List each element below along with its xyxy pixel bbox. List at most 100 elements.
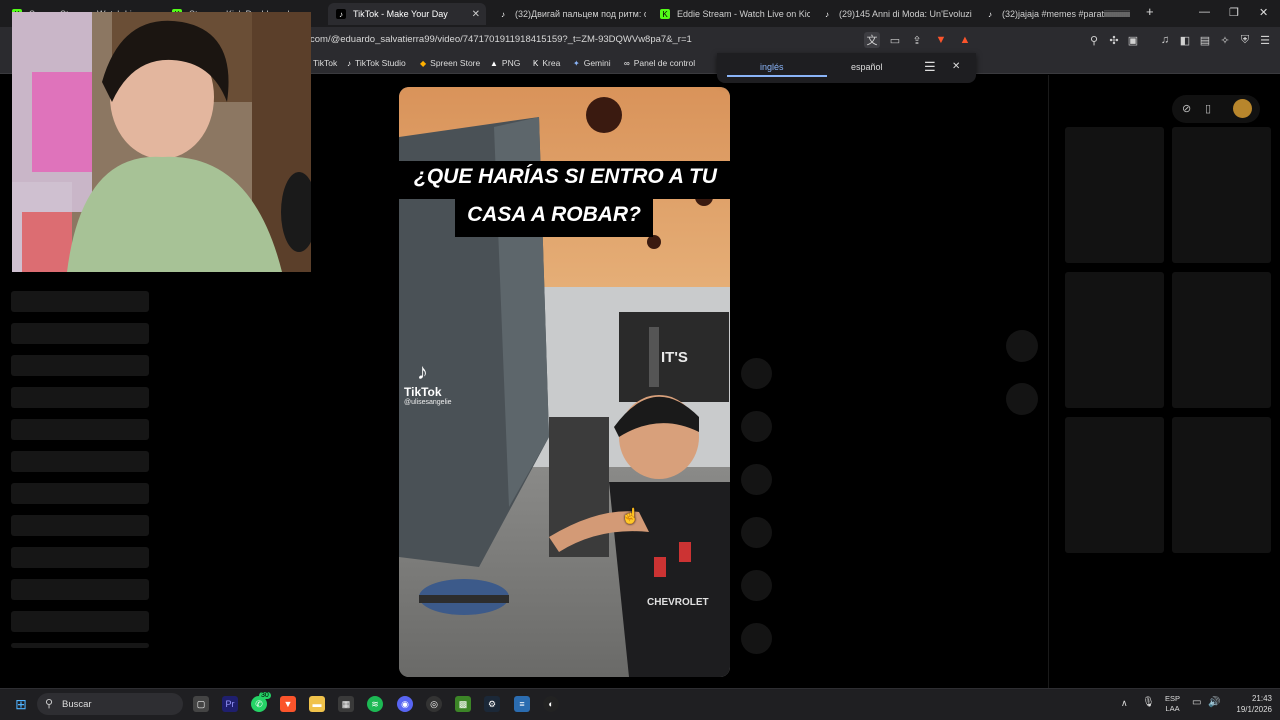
bookmark-label: Panel de control bbox=[633, 58, 696, 68]
notepad-icon[interactable]: ≡ bbox=[514, 696, 530, 712]
bookmark-label: Spreen Store bbox=[430, 58, 481, 68]
sidebar-divider bbox=[1048, 75, 1049, 688]
bookmark-gemini[interactable]: ✦ Gemini bbox=[573, 58, 611, 68]
brave-icon[interactable]: ▼ bbox=[280, 696, 296, 712]
translate-to-tab[interactable]: español bbox=[851, 62, 883, 72]
wallet-icon[interactable]: ▤ bbox=[1197, 32, 1213, 48]
discord-icon[interactable]: ◉ bbox=[397, 696, 413, 712]
skeleton-item bbox=[11, 611, 149, 632]
recommended-card[interactable] bbox=[1172, 272, 1271, 408]
media-icon[interactable]: ▣ bbox=[1125, 32, 1141, 48]
tiktok-icon: ♪ bbox=[336, 9, 346, 19]
png-icon: ▲ bbox=[490, 58, 498, 68]
windows-start-icon[interactable]: ⊞ bbox=[13, 696, 29, 712]
app-icon[interactable]: ◐ bbox=[543, 696, 559, 712]
close-window-button[interactable]: ✕ bbox=[1259, 6, 1268, 19]
watermark-text: TikTok bbox=[404, 385, 442, 399]
leo-ai-icon[interactable]: ✧ bbox=[1217, 32, 1233, 48]
tab-tiktok-3[interactable]: ♪ (29)145 Anni di Moda: Un'Evoluzione... bbox=[822, 3, 972, 25]
tiktok-icon: ♪ bbox=[825, 9, 829, 19]
minimize-button[interactable]: — bbox=[1199, 6, 1210, 18]
network-icon[interactable]: ▭ bbox=[1192, 697, 1201, 708]
cast-icon[interactable]: ▭ bbox=[887, 32, 903, 48]
obs-icon[interactable]: ◎ bbox=[426, 696, 442, 712]
puzzle-icon[interactable]: ✣ bbox=[1106, 32, 1122, 48]
tab-label: (29)145 Anni di Moda: Un'Evoluzione... bbox=[839, 9, 972, 19]
store-icon[interactable]: ▦ bbox=[338, 696, 354, 712]
extension-icon[interactable]: ⚲ bbox=[1086, 32, 1102, 48]
steam-icon[interactable]: ⚙ bbox=[484, 696, 500, 712]
skeleton-item bbox=[11, 579, 149, 600]
bookmark-label: Gemini bbox=[583, 58, 611, 68]
minecraft-icon[interactable]: ▩ bbox=[455, 696, 471, 712]
skeleton-item bbox=[11, 387, 149, 408]
new-tab-button[interactable]: + bbox=[1146, 4, 1154, 19]
watermark-handle: @ulisesangelie bbox=[404, 399, 452, 406]
tab-tiktok-active[interactable]: ♪ TikTok - Make Your Day ✕ bbox=[328, 3, 486, 25]
spreen-icon: ◆ bbox=[420, 58, 427, 68]
action-button[interactable] bbox=[741, 464, 772, 495]
action-button[interactable] bbox=[741, 517, 772, 548]
language-indicator[interactable]: ESP LAA bbox=[1165, 694, 1180, 714]
tab-tiktok-4[interactable]: ♪ (32)jajaja #memes #paratiiiiiiiiiiiii bbox=[985, 3, 1130, 25]
maximize-button[interactable]: ❐ bbox=[1229, 6, 1239, 19]
recommended-card[interactable] bbox=[1065, 127, 1164, 263]
translate-from-tab[interactable]: inglés bbox=[760, 62, 784, 72]
caption-line-2: CASA A ROBAR? bbox=[467, 203, 641, 226]
compass-icon[interactable]: ⊘ bbox=[1182, 102, 1191, 115]
brave-rewards-icon[interactable]: ▲ bbox=[957, 32, 973, 48]
active-tab-underline bbox=[727, 75, 827, 77]
music-icon[interactable]: ♫ bbox=[1157, 32, 1173, 48]
taskbar-search[interactable]: ⚲ Buscar bbox=[37, 693, 183, 715]
bookmark-png[interactable]: ▲ PNG bbox=[490, 58, 520, 68]
recommended-card[interactable] bbox=[1065, 272, 1164, 408]
share-icon[interactable]: ⇪ bbox=[909, 32, 925, 48]
microphone-icon[interactable]: 🎙 bbox=[1142, 697, 1155, 708]
tab-label: (32)jajaja #memes #paratiiiiiiiiiiiii bbox=[1002, 9, 1130, 19]
skeleton-item bbox=[11, 515, 149, 536]
bookmark-tiktok-studio[interactable]: ♪ TikTok Studio bbox=[347, 58, 406, 68]
menu-icon[interactable]: ☰ bbox=[1257, 32, 1273, 48]
tiktok-logo-icon: ♪ bbox=[417, 359, 428, 384]
recommended-card[interactable] bbox=[1172, 127, 1271, 263]
translate-icon[interactable]: 文 bbox=[864, 32, 880, 48]
video-player[interactable]: CHEVROLET IT'S ¿QUE HARÍAS SI ENTRO A TU… bbox=[399, 87, 730, 677]
avatar[interactable] bbox=[1233, 99, 1252, 118]
gemini-icon: ✦ bbox=[573, 58, 580, 68]
brave-shield-icon[interactable]: ▼ bbox=[933, 32, 949, 48]
lang-line2: LAA bbox=[1165, 704, 1180, 713]
close-icon[interactable]: ✕ bbox=[952, 61, 960, 72]
device-icon[interactable]: ▯ bbox=[1205, 102, 1211, 115]
volume-icon[interactable]: 🔊 bbox=[1208, 697, 1220, 708]
nav-up-button[interactable] bbox=[1006, 330, 1038, 362]
action-button[interactable] bbox=[741, 358, 772, 389]
spotify-icon[interactable]: ≋ bbox=[367, 696, 383, 712]
sidebar-icon[interactable]: ◧ bbox=[1177, 32, 1193, 48]
tab-tiktok-2[interactable]: ♪ (32)Двигай пальцем под ритм: обу... bbox=[498, 3, 646, 25]
close-tab-icon[interactable]: ✕ bbox=[472, 9, 480, 20]
bookmark-spreen-store[interactable]: ◆ Spreen Store bbox=[420, 58, 480, 68]
tiktok-icon: ♪ bbox=[988, 9, 992, 19]
vpn-icon[interactable]: ⛨ bbox=[1237, 32, 1253, 48]
poster-text: IT'S bbox=[661, 349, 688, 366]
bookmark-panel-de-control[interactable]: ∞ Panel de control bbox=[624, 58, 695, 68]
action-button[interactable] bbox=[741, 570, 772, 601]
krea-icon: K bbox=[533, 58, 539, 68]
chevron-up-icon[interactable]: ∧ bbox=[1121, 698, 1128, 709]
bookmark-krea[interactable]: K Krea bbox=[533, 58, 560, 68]
action-button[interactable] bbox=[741, 411, 772, 442]
shirt-text: CHEVROLET bbox=[647, 597, 709, 608]
recommended-card[interactable] bbox=[1172, 417, 1271, 553]
recommended-card[interactable] bbox=[1065, 417, 1164, 553]
translate-options-icon[interactable]: ☰ bbox=[924, 59, 936, 75]
nav-down-button[interactable] bbox=[1006, 383, 1038, 415]
task-view-icon[interactable]: ▢ bbox=[193, 696, 209, 712]
file-explorer-icon[interactable]: ▬ bbox=[309, 696, 325, 712]
clock[interactable]: 21:43 19/1/2026 bbox=[1228, 693, 1272, 715]
premiere-icon[interactable]: Pr bbox=[222, 696, 238, 712]
action-button[interactable] bbox=[741, 623, 772, 654]
tab-eddie-stream[interactable]: K Eddie Stream - Watch Live on Kick bbox=[660, 3, 810, 25]
url-field[interactable]: com/@eduardo_salvatierra99/video/7471701… bbox=[310, 34, 692, 45]
cursor-icon: ☝ bbox=[621, 508, 640, 525]
bookmark-tiktok[interactable]: TikTok bbox=[313, 58, 337, 68]
